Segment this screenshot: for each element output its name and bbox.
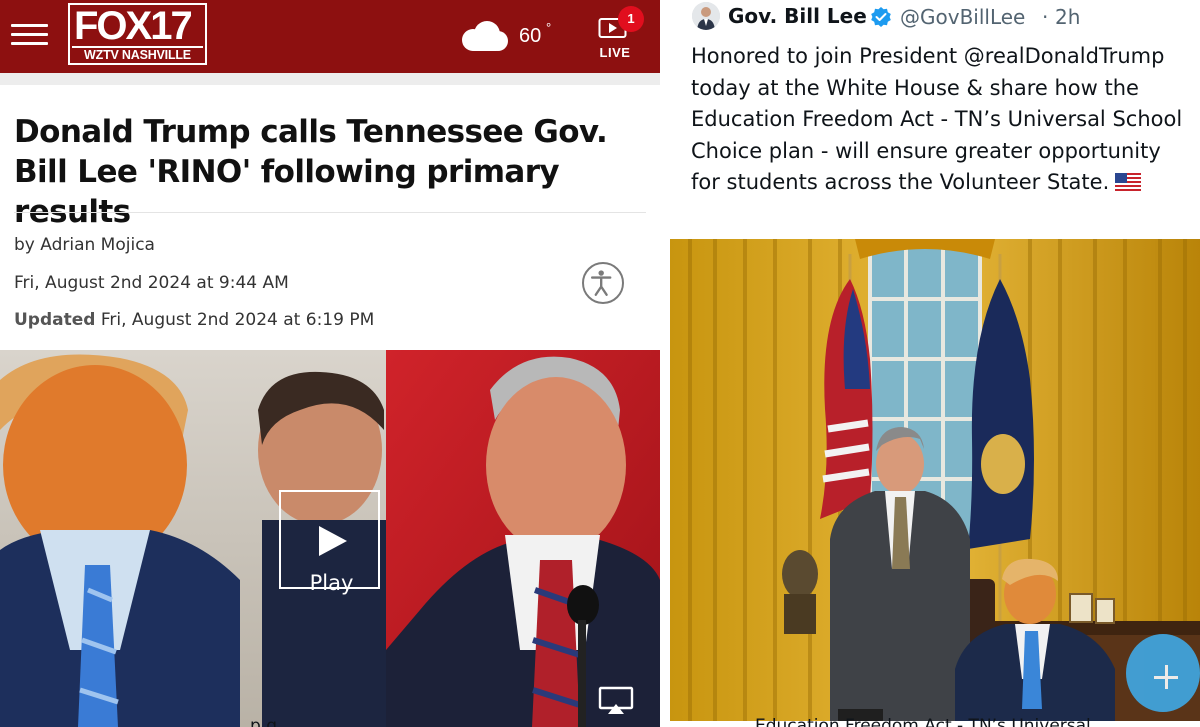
live-button[interactable]: 1 LIVE — [592, 6, 654, 62]
updated-label: Updated — [14, 310, 96, 330]
article-date: Fri, August 2nd 2024 at 9:44 AM — [14, 273, 289, 293]
accessibility-icon[interactable] — [582, 262, 624, 304]
us-flag-emoji — [1115, 173, 1142, 191]
cut-off-caption: p g — [250, 716, 277, 727]
tweet-text: Honored to join President @realDonaldTru… — [691, 44, 1183, 194]
live-label: LIVE — [599, 45, 631, 60]
tweet-separator: · — [1042, 5, 1049, 29]
logo-sub-text: WZTV NASHVILLE — [72, 46, 203, 62]
play-label: Play — [309, 571, 354, 595]
headline-divider — [14, 212, 646, 213]
news-article-panel: FOX17 WZTV NASHVILLE 60 ° 1 LIVE Donald … — [0, 0, 660, 727]
temperature: 60 — [519, 25, 542, 47]
verified-badge-icon — [871, 7, 891, 27]
article-byline: by Adrian Mojica — [14, 235, 155, 255]
play-button[interactable]: Play — [279, 490, 380, 595]
airplay-icon[interactable] — [598, 686, 634, 716]
logo-main-text: FOX17 — [74, 4, 193, 48]
hamburger-menu-icon[interactable] — [11, 24, 48, 46]
cut-off-caption-right: Education Freedom Act - TN’s Universal — [755, 716, 1091, 727]
article-headline: Donald Trump calls Tennessee Gov. Bill L… — [14, 114, 608, 230]
tweet-author-name[interactable]: Gov. Bill Lee — [728, 4, 867, 28]
live-notification-badge: 1 — [618, 6, 644, 32]
video-player[interactable]: Play — [0, 350, 660, 727]
avatar[interactable] — [692, 2, 720, 30]
oval-office-photo — [670, 239, 1200, 721]
fox17-logo[interactable]: FOX17 WZTV NASHVILLE — [68, 3, 207, 65]
panel-gutter — [660, 0, 670, 727]
updated-date: Fri, August 2nd 2024 at 6:19 PM — [100, 310, 375, 330]
tweet-timestamp[interactable]: 2h — [1055, 5, 1080, 29]
site-header: FOX17 WZTV NASHVILLE 60 ° 1 LIVE — [0, 0, 660, 73]
plus-icon-vertical — [1164, 665, 1168, 689]
tweet-panel: Gov. Bill Lee @GovBillLee · 2h Honored t… — [670, 0, 1200, 727]
play-icon — [319, 526, 347, 556]
tweet-photo[interactable] — [670, 239, 1200, 721]
tweet-text-block: Honored to join President @realDonaldTru… — [691, 41, 1196, 199]
article-updated: Updated Fri, August 2nd 2024 at 6:19 PM — [14, 310, 374, 330]
degree-symbol: ° — [546, 20, 552, 35]
cloud-icon — [462, 21, 508, 51]
tweet-author-handle[interactable]: @GovBillLee — [900, 5, 1025, 29]
header-subbar — [0, 73, 660, 85]
add-fab-button[interactable] — [1126, 634, 1200, 712]
